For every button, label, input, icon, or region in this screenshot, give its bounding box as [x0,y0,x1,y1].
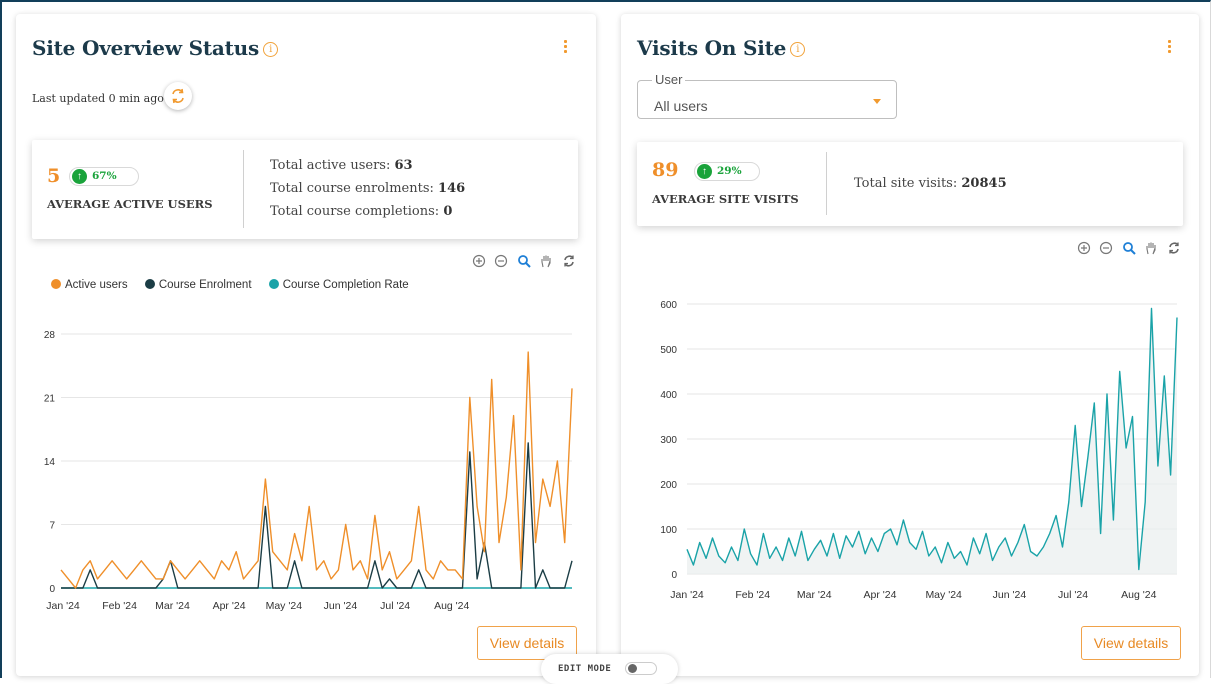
y-tick-label: 28 [44,330,56,341]
average-site-visits-label: AVERAGE SITE VISITS [652,192,799,206]
x-tick-label: Mar '24 [155,600,190,612]
divider [826,152,827,215]
visits-title: Visits On Site i [637,36,806,60]
y-tick-label: 0 [671,570,677,581]
y-tick-label: 500 [660,345,677,356]
total-active-users: Total active users: 63 [270,158,413,173]
x-tick-label: Jan '24 [46,600,80,612]
activity-line-chart[interactable]: 0 7 14 21 28 Jan '24 Feb '24 Mar '24 Apr '24 May … [16,304,596,644]
total-course-enrolments: Total course enrolments: 146 [270,181,466,196]
edit-mode-label: EDIT MODE [558,664,612,674]
zoom-out-icon[interactable] [494,254,510,270]
visits-on-site-card: Visits On Site i User All users 89 ↑ 29% … [621,14,1199,676]
average-active-users-label: AVERAGE ACTIVE USERS [47,197,213,211]
site-overview-card: Site Overview Status i Last updated 0 min… [16,14,596,676]
y-tick-label: 7 [49,521,55,532]
x-tick-label: Apr '24 [864,589,897,601]
x-tick-label: Feb '24 [735,589,770,601]
change-percent: 67% [92,170,117,182]
refresh-button[interactable] [164,82,192,110]
y-tick-label: 14 [44,457,56,468]
last-updated-text: Last updated 0 min ago [32,92,164,105]
site-visits-area-chart[interactable]: 0 100 200 300 400 500 600 Jan '24 Feb '24 Mar '24… [621,276,1199,606]
legend-active-users[interactable]: Active users [51,279,128,291]
chart-legend: Active users Course Enrolment Course Com… [51,279,423,291]
zoom-selection-icon[interactable] [1122,241,1138,257]
chart-toolbar [1077,241,1185,257]
x-tick-label: Jan '24 [670,589,704,601]
series-line-active-users [60,351,573,589]
more-options-icon[interactable] [564,40,568,54]
user-filter-select[interactable]: User All users [637,72,897,119]
x-tick-label: May '24 [925,589,962,601]
change-badge: ↑ 67% [69,167,139,186]
x-tick-label: Feb '24 [102,600,137,612]
edit-mode-switch[interactable] [625,662,657,675]
average-active-users-value: 5 [47,165,61,187]
y-tick-label: 300 [660,435,677,446]
site-visits-stats-panel: 89 ↑ 29% AVERAGE SITE VISITS Total site … [637,142,1183,226]
legend-course-completion-rate[interactable]: Course Completion Rate [268,279,409,291]
active-users-stats-panel: 5 ↑ 67% AVERAGE ACTIVE USERS Total activ… [32,140,578,239]
zoom-in-icon[interactable] [1077,241,1093,257]
zoom-selection-icon[interactable] [517,254,533,270]
reset-icon[interactable] [562,254,578,270]
x-tick-label: Jun '24 [324,600,358,612]
x-tick-label: Jul '24 [380,600,410,612]
caret-down-icon [873,99,881,104]
zoom-in-icon[interactable] [472,254,488,270]
series-area-site-visits [687,308,1177,574]
info-icon[interactable]: i [263,42,279,57]
switch-knob [628,664,637,673]
divider [243,150,244,228]
y-tick-label: 200 [660,480,677,491]
change-percent: 29% [717,165,742,177]
pan-hand-icon[interactable] [539,254,555,270]
info-icon[interactable]: i [790,42,806,57]
x-tick-label: Apr '24 [213,600,246,612]
view-details-button[interactable]: View details [1081,626,1181,660]
x-tick-label: Jul '24 [1058,589,1088,601]
change-badge: ↑ 29% [694,162,760,181]
x-tick-label: Jun '24 [993,589,1027,601]
total-site-visits: Total site visits: 20845 [854,176,1007,191]
reset-icon[interactable] [1167,241,1183,257]
user-filter-value: All users [654,98,708,114]
x-tick-label: Aug '24 [434,600,469,612]
average-site-visits-value: 89 [652,159,679,181]
edit-mode-toggle[interactable]: EDIT MODE [541,654,678,684]
total-course-completions: Total course completions: 0 [270,204,453,219]
refresh-icon [172,88,184,104]
y-tick-label: 600 [660,300,677,311]
legend-course-enrolment[interactable]: Course Enrolment [144,279,252,291]
x-tick-label: May '24 [266,600,303,612]
arrow-up-icon: ↑ [72,169,87,184]
zoom-out-icon[interactable] [1099,241,1115,257]
y-tick-label: 0 [49,584,55,595]
user-filter-label: User [652,72,686,87]
y-tick-label: 400 [660,390,677,401]
y-tick-label: 21 [44,394,56,405]
arrow-up-icon: ↑ [697,164,712,179]
y-tick-label: 100 [660,525,677,536]
pan-hand-icon[interactable] [1144,241,1160,257]
x-tick-label: Mar '24 [797,589,832,601]
x-tick-label: Aug '24 [1121,589,1156,601]
site-overview-title: Site Overview Status i [32,36,279,60]
more-options-icon[interactable] [1168,40,1172,54]
chart-toolbar [472,254,580,270]
